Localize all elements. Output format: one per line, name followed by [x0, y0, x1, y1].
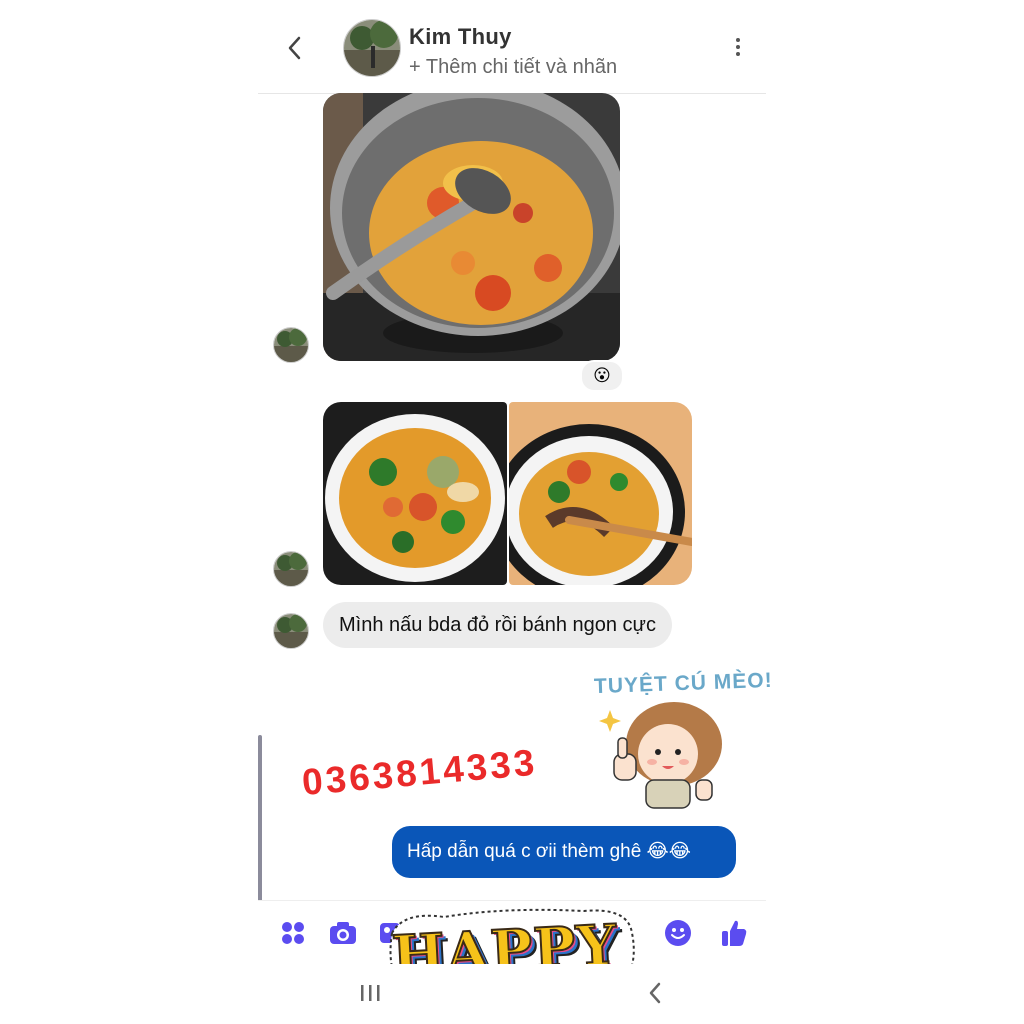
system-nav-bar — [258, 964, 766, 1024]
contact-name[interactable]: Kim Thuy — [409, 24, 512, 50]
chat-header — [258, 0, 766, 94]
back-button[interactable] — [283, 34, 307, 62]
emoji-icon[interactable] — [664, 919, 692, 947]
message-photo-pot[interactable] — [323, 93, 620, 361]
sender-avatar[interactable] — [273, 551, 309, 587]
add-details-link[interactable]: + Thêm chi tiết và nhãn — [409, 56, 617, 79]
incoming-message-bubble[interactable]: Mình nấu bda đỏ rồi bánh ngon cực — [323, 602, 672, 648]
recent-apps-icon[interactable] — [358, 982, 382, 1004]
sender-avatar[interactable] — [273, 613, 309, 649]
more-options-button[interactable] — [728, 36, 748, 62]
girl-thumbs-up-sticker — [596, 700, 732, 810]
more-vertical-icon — [728, 38, 748, 56]
thumbs-up-icon[interactable] — [720, 918, 748, 948]
wow-emoji: 😮 — [593, 366, 611, 385]
message-photo-bowl-1[interactable] — [323, 402, 507, 585]
reaction-badge[interactable]: 😮 — [580, 360, 624, 392]
contact-avatar[interactable] — [343, 19, 401, 77]
message-photo-bowl-2[interactable] — [509, 402, 692, 585]
apps-icon[interactable] — [280, 920, 306, 946]
camera-icon[interactable] — [328, 920, 358, 946]
sender-avatar[interactable] — [273, 327, 309, 363]
chevron-left-icon — [288, 36, 301, 60]
nav-back-icon[interactable] — [644, 980, 668, 1006]
outgoing-message-bubble[interactable]: Hấp dẫn quá c ơii thèm ghê 😂😂 — [392, 826, 736, 878]
